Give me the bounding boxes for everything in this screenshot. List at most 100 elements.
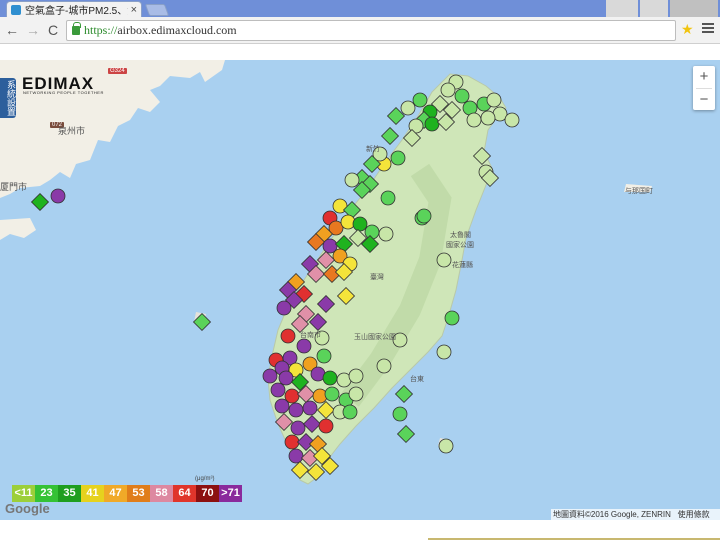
- station-marker[interactable]: [466, 112, 482, 128]
- zoom-control: + −: [693, 66, 715, 110]
- station-marker[interactable]: [50, 188, 66, 204]
- zoom-in-button[interactable]: +: [693, 66, 715, 88]
- terms-link[interactable]: 使用條款: [678, 510, 710, 519]
- legend-item: 47: [104, 485, 127, 502]
- station-marker[interactable]: [344, 172, 360, 188]
- station-marker[interactable]: [342, 404, 358, 420]
- station-marker[interactable]: [296, 338, 312, 354]
- tab-airbox[interactable]: 空氣盒子-城市PM2.5、溫 ×: [6, 1, 142, 17]
- station-marker[interactable]: [436, 252, 452, 268]
- station-marker[interactable]: [376, 358, 392, 374]
- map-svg: [0, 60, 652, 485]
- station-marker[interactable]: [30, 192, 50, 212]
- station-marker[interactable]: [262, 368, 278, 384]
- legend-item: 58: [150, 485, 173, 502]
- station-marker[interactable]: [390, 150, 406, 166]
- page-bottom: [0, 520, 720, 540]
- reload-button[interactable]: C: [46, 22, 60, 38]
- legend-item: 53: [127, 485, 150, 502]
- station-marker[interactable]: [392, 406, 408, 422]
- station-marker[interactable]: [276, 300, 292, 316]
- station-marker[interactable]: [348, 386, 364, 402]
- legend-item: 70: [196, 485, 219, 502]
- maximize-button[interactable]: [640, 0, 668, 17]
- google-logo: Google: [5, 501, 50, 516]
- station-marker[interactable]: [284, 434, 300, 450]
- place-label: 國家公園: [446, 242, 474, 249]
- china-coast-south: [0, 218, 36, 240]
- station-marker[interactable]: [436, 344, 452, 360]
- station-marker[interactable]: [278, 370, 294, 386]
- place-label: 花蓮縣: [452, 262, 473, 269]
- address-bar[interactable]: https:// airbox.edimaxcloud.com: [66, 20, 676, 41]
- station-marker[interactable]: [412, 92, 428, 108]
- place-label: 太魯閣: [450, 232, 471, 239]
- place-label: 台東: [410, 376, 424, 383]
- close-window-button[interactable]: [670, 0, 718, 17]
- place-label: 新竹: [366, 146, 380, 153]
- station-marker[interactable]: [316, 348, 332, 364]
- attribution-text: 地圖資料©2016 Google, ZENRIN: [553, 510, 671, 519]
- station-marker[interactable]: [400, 100, 416, 116]
- station-marker[interactable]: [416, 208, 432, 224]
- station-marker[interactable]: [486, 92, 502, 108]
- station-marker[interactable]: [348, 368, 364, 384]
- map-attribution: 地圖資料©2016 Google, ZENRIN 使用條款: [551, 509, 720, 520]
- station-marker[interactable]: [352, 216, 368, 232]
- station-marker[interactable]: [454, 88, 470, 104]
- lock-icon: [72, 22, 81, 35]
- legend-unit: (μg/m³): [195, 476, 215, 482]
- place-label: 臺灣: [370, 274, 384, 281]
- logo-tagline: NETWORKING PEOPLE TOGETHER: [23, 90, 104, 95]
- station-marker[interactable]: [290, 420, 306, 436]
- favicon-icon: [11, 4, 21, 15]
- station-marker[interactable]: [396, 424, 416, 444]
- station-marker[interactable]: [394, 384, 414, 404]
- station-marker[interactable]: [318, 418, 334, 434]
- station-marker[interactable]: [280, 328, 296, 344]
- station-marker[interactable]: [438, 438, 454, 454]
- station-marker[interactable]: [270, 382, 286, 398]
- station-marker[interactable]: [424, 116, 440, 132]
- station-marker[interactable]: [302, 400, 318, 416]
- place-label: 与那国町: [625, 188, 653, 195]
- legend-item: 64: [173, 485, 196, 502]
- station-marker[interactable]: [324, 386, 340, 402]
- legend-item: 41: [81, 485, 104, 502]
- browser-menu-icon[interactable]: [702, 21, 714, 35]
- road-shield: G324: [108, 68, 127, 74]
- station-marker[interactable]: [380, 126, 400, 146]
- url-host: airbox.edimaxcloud.com: [117, 23, 237, 37]
- forward-button[interactable]: →: [26, 22, 40, 38]
- station-marker[interactable]: [274, 398, 290, 414]
- back-button[interactable]: ←: [5, 22, 19, 38]
- zoom-out-button[interactable]: −: [693, 89, 715, 111]
- legend-item: 23: [35, 485, 58, 502]
- place-label: 台南市: [300, 332, 321, 339]
- bookmark-star-icon[interactable]: ★: [681, 22, 694, 36]
- legend-item: <11: [12, 485, 35, 502]
- place-label: 泉州市: [58, 126, 86, 136]
- station-marker[interactable]: [322, 370, 338, 386]
- page-top-bar: [0, 44, 720, 60]
- station-marker[interactable]: [444, 310, 460, 326]
- station-marker[interactable]: [288, 402, 304, 418]
- map-canvas[interactable]: 系統設置 EDIMAX NETWORKING PEOPLE TOGETHER +…: [0, 60, 720, 520]
- url-scheme: https://: [84, 23, 118, 37]
- station-marker[interactable]: [288, 448, 304, 464]
- station-marker[interactable]: [380, 190, 396, 206]
- tab-close-icon[interactable]: ×: [131, 4, 137, 15]
- place-label: 玉山國家公園: [354, 334, 396, 341]
- legend-item: 35: [58, 485, 81, 502]
- station-marker[interactable]: [378, 226, 394, 242]
- station-marker[interactable]: [364, 224, 380, 240]
- minimize-button[interactable]: [606, 0, 638, 17]
- tab-title: 空氣盒子-城市PM2.5、溫: [25, 6, 128, 17]
- legend-item: >71: [219, 485, 242, 502]
- place-label: 厦門市: [0, 182, 28, 192]
- station-marker[interactable]: [440, 82, 456, 98]
- station-marker[interactable]: [504, 112, 520, 128]
- new-tab-button[interactable]: [144, 4, 170, 16]
- station-marker[interactable]: [480, 110, 496, 126]
- system-settings-tab[interactable]: 系統設置: [0, 78, 16, 118]
